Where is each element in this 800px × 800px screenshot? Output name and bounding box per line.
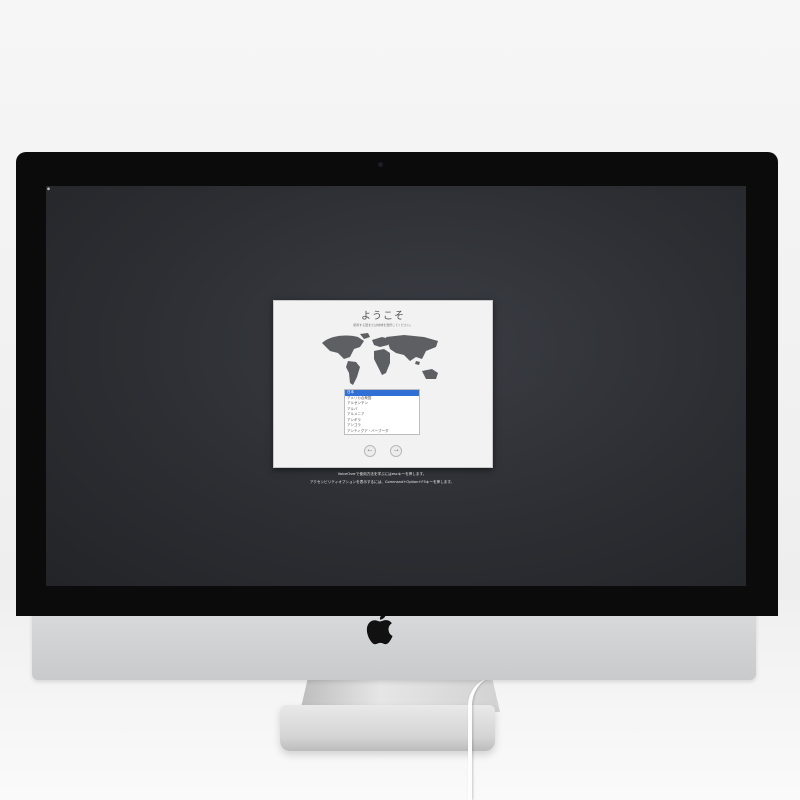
arrow-left-icon: ← bbox=[367, 447, 373, 454]
menu-apple-icon[interactable]: ⚫ bbox=[46, 186, 51, 193]
camera-icon bbox=[378, 162, 383, 167]
setup-assistant-dialog: ようこそ 使用する国または地域を選択してください。 日本 アメリカ合衆国 アルゼ… bbox=[273, 300, 493, 468]
stand-foot bbox=[280, 705, 495, 751]
world-map-icon bbox=[322, 333, 438, 385]
accessibility-hint: アクセシビリティオプションを表示するには、Command+Option+F5キー… bbox=[309, 480, 455, 484]
power-cable bbox=[468, 676, 512, 800]
arrow-right-icon: → bbox=[393, 447, 399, 454]
dialog-subtitle: 使用する国または地域を選択してください。 bbox=[353, 323, 413, 327]
region-list[interactable]: 日本 アメリカ合衆国 アルゼンチン アルバ アルメニア アンギラ アンゴラ アン… bbox=[344, 389, 420, 435]
region-item[interactable]: アンティグア・バーブーダ bbox=[345, 429, 419, 435]
continue-button[interactable]: → bbox=[390, 445, 402, 457]
dialog-title: ようこそ bbox=[361, 311, 405, 322]
back-button[interactable]: ← bbox=[364, 445, 376, 457]
voiceover-hint: VoiceOverで使用方法を学ぶにはescキーを押します。 bbox=[337, 472, 427, 476]
